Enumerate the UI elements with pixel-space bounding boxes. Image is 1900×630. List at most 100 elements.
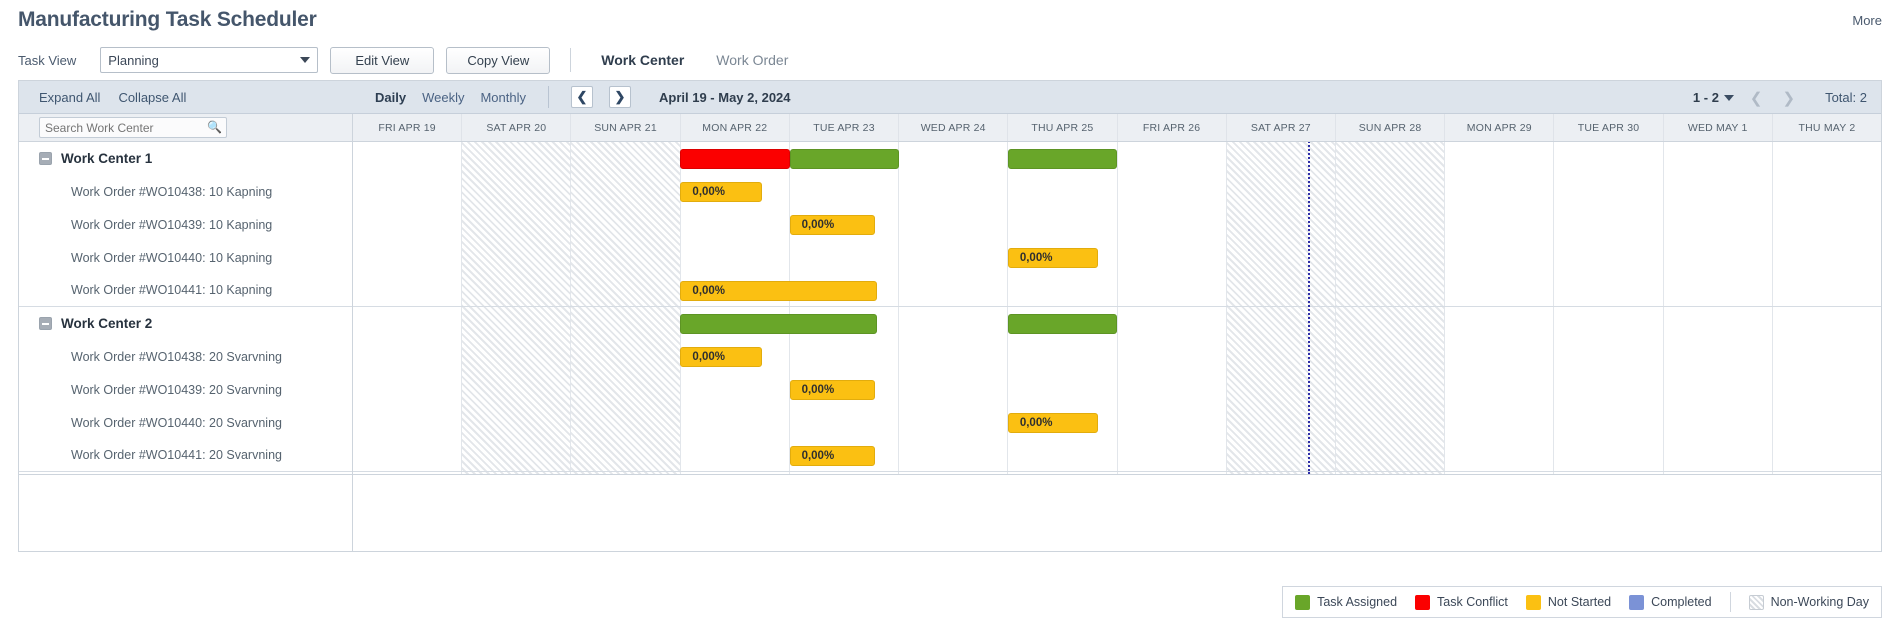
chevron-down-icon xyxy=(1723,94,1734,101)
gantt-bar-green[interactable] xyxy=(1007,314,1117,334)
zoom-weekly[interactable]: Weekly xyxy=(422,90,464,105)
chevron-right-icon[interactable]: ❯ xyxy=(609,86,631,108)
gantt-bar-progress-label: 0,00% xyxy=(801,219,835,231)
copy-view-button[interactable]: Copy View xyxy=(446,46,551,74)
gantt-bar-yellow[interactable]: 0,00% xyxy=(789,380,875,400)
gantt-bar-yellow[interactable]: 0,00% xyxy=(680,281,877,301)
day-header-cell: SUN APR 28 xyxy=(1336,114,1446,141)
edit-view-button[interactable]: Edit View xyxy=(330,46,435,74)
page-range-dropdown[interactable]: 1 - 2 xyxy=(1693,90,1734,105)
gantt-bar-progress-label: 0,00% xyxy=(1019,252,1053,264)
page-range-label: 1 - 2 xyxy=(1692,90,1719,105)
work-order-task-row[interactable]: Work Order #WO10439: 20 Svarvning xyxy=(19,373,352,406)
task-view-select[interactable]: Planning xyxy=(100,47,319,73)
page-header: Manufacturing Task Scheduler More xyxy=(0,0,1900,40)
work-center-group-row[interactable]: Work Center 1 xyxy=(19,142,352,175)
work-order-task-row[interactable]: Work Order #WO10439: 10 Kapning xyxy=(19,208,352,241)
tab-work-center[interactable]: Work Center xyxy=(591,52,694,68)
day-header-cell: SUN APR 21 xyxy=(571,114,681,141)
scheduler-body: Work Center 1 Work Order #WO10438: 10 Kap… xyxy=(19,142,1881,474)
day-header-cells: FRI APR 19 SAT APR 20 SUN APR 21 MON APR 22… xyxy=(353,114,1881,141)
today-marker-line xyxy=(1308,142,1310,474)
page-next-icon[interactable]: ❯ xyxy=(1779,89,1800,107)
zoom-daily[interactable]: Daily xyxy=(375,90,406,105)
tab-work-order[interactable]: Work Order xyxy=(706,52,798,68)
collapse-minus-icon[interactable] xyxy=(39,317,52,330)
legend-swatch xyxy=(1525,594,1541,610)
gantt-bar-progress-label: 0,00% xyxy=(692,285,726,297)
task-view-select-wrapper: Planning xyxy=(100,47,319,73)
legend-item: Task Conflict xyxy=(1415,594,1508,610)
legend-item: Completed xyxy=(1629,594,1712,610)
gantt-bar-yellow[interactable]: 0,00% xyxy=(680,182,763,202)
timeline-header-row: 🔍 FRI APR 19SAT APR 20SUN APR 21MON APR … xyxy=(19,114,1881,142)
gantt-bar-yellow[interactable]: 0,00% xyxy=(789,215,875,235)
gantt-bar-green[interactable] xyxy=(789,149,899,169)
expand-all-link[interactable]: Expand All xyxy=(39,90,100,105)
total-count-label: Total: 2 xyxy=(1825,90,1867,105)
gantt-bar-progress-label: 0,00% xyxy=(692,186,726,198)
work-order-task-row[interactable]: Work Order #WO10438: 20 Svarvning xyxy=(19,340,352,373)
legend-swatch xyxy=(1415,594,1431,610)
gantt-bar-yellow[interactable]: 0,00% xyxy=(789,446,875,466)
gantt-bar-yellow[interactable]: 0,00% xyxy=(1007,413,1099,433)
legend-label: Task Assigned xyxy=(1317,595,1398,609)
empty-filler-row xyxy=(19,474,1881,552)
search-cell: 🔍 xyxy=(19,114,353,141)
day-header-cell: WED MAY 1 xyxy=(1664,114,1773,141)
control-divider xyxy=(548,86,549,108)
collapse-minus-icon[interactable] xyxy=(39,152,52,165)
legend-divider xyxy=(1729,592,1731,612)
gantt-bar-progress-label: 0,00% xyxy=(1019,417,1053,429)
zoom-monthly[interactable]: Monthly xyxy=(480,90,526,105)
work-center-group-row[interactable]: Work Center 2 xyxy=(19,307,352,340)
day-header-cell: FRI APR 19 xyxy=(353,114,463,141)
gantt-pane[interactable]: 0,00% 0,00% 0,00% 0,00% 0,00% 0,00% 0,00% 0,00% xyxy=(353,142,1881,474)
work-order-task-row[interactable]: Work Order #WO10441: 10 Kapning xyxy=(19,274,352,307)
legend-label: Completed xyxy=(1651,595,1712,609)
search-box: 🔍 xyxy=(39,117,227,138)
pagination-group: 1 - 2 ❮ ❯ Total: 2 xyxy=(1693,81,1867,114)
day-header-cell: THU MAY 2 xyxy=(1798,121,1856,134)
zoom-and-nav-group: Daily Weekly Monthly ❮ ❯ April 19 - May … xyxy=(353,86,791,108)
work-order-label: Work Order #WO10440: 10 Kapning xyxy=(71,250,273,265)
work-order-task-row[interactable]: Work Order #WO10440: 20 Svarvning xyxy=(19,406,352,439)
gantt-bar-yellow[interactable]: 0,00% xyxy=(1007,248,1099,268)
date-range-label: April 19 - May 2, 2024 xyxy=(659,89,791,105)
day-header-cell: FRI APR 26 xyxy=(1118,114,1227,141)
filler-right xyxy=(353,475,1881,551)
day-header-cell: TUE APR 30 xyxy=(1554,114,1664,141)
day-header-cell: TUE APR 23 xyxy=(790,114,900,141)
scheduler-control-bar: Expand All Collapse All Daily Weekly Mon… xyxy=(19,81,1881,114)
row-label-pane: Work Center 1 Work Order #WO10438: 10 Kap… xyxy=(19,142,353,474)
collapse-all-link[interactable]: Collapse All xyxy=(118,90,186,105)
filler-left xyxy=(19,475,353,551)
task-view-label: Task View xyxy=(18,52,77,68)
scheduler-panel: Expand All Collapse All Daily Weekly Mon… xyxy=(18,80,1882,552)
legend-swatch xyxy=(1629,594,1645,610)
work-order-task-row[interactable]: Work Order #WO10440: 10 Kapning xyxy=(19,241,352,274)
work-order-label: Work Order #WO10439: 10 Kapning xyxy=(71,217,273,232)
legend-label: Task Conflict xyxy=(1437,595,1508,609)
gantt-bar-yellow[interactable]: 0,00% xyxy=(680,347,763,367)
more-link[interactable]: More xyxy=(1852,13,1882,28)
work-order-task-row[interactable]: Work Order #WO10438: 10 Kapning xyxy=(19,175,352,208)
work-order-task-row[interactable]: Work Order #WO10441: 20 Svarvning xyxy=(19,439,352,472)
page-prev-icon[interactable]: ❮ xyxy=(1746,89,1767,107)
legend-item: Not Started xyxy=(1525,594,1611,610)
search-input[interactable] xyxy=(39,117,227,138)
toolbar-divider xyxy=(570,48,572,72)
gantt-bar-red[interactable] xyxy=(680,149,790,169)
legend-item: Task Assigned xyxy=(1295,594,1398,610)
gantt-bars-layer: 0,00% 0,00% 0,00% 0,00% 0,00% 0,00% 0,00% 0,00% xyxy=(353,142,1881,474)
day-header-cell: SAT APR 27 xyxy=(1227,114,1336,141)
gantt-bar-green[interactable] xyxy=(1007,149,1117,169)
work-order-label: Work Order #WO10440: 20 Svarvning xyxy=(71,415,282,430)
toolbar: Task View Planning Edit View Copy View W… xyxy=(0,40,1900,80)
gantt-bar-green[interactable] xyxy=(680,314,877,334)
legend-item-non-working-day: Non-Working Day xyxy=(1748,594,1869,610)
day-header-cell: MON APR 22 xyxy=(681,114,790,141)
gantt-bar-progress-label: 0,00% xyxy=(692,351,726,363)
day-header-cell: WED APR 24 xyxy=(899,114,1009,141)
chevron-left-icon[interactable]: ❮ xyxy=(571,86,593,108)
